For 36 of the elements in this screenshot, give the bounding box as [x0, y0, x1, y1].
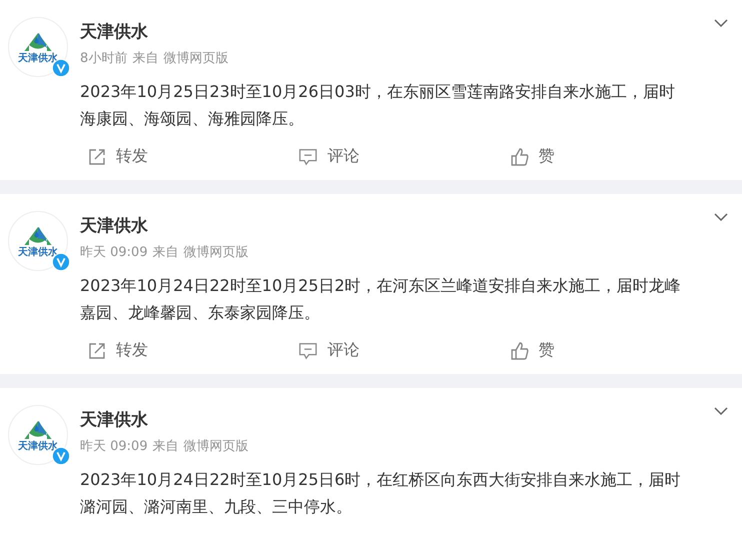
like-button[interactable]: 赞 — [510, 340, 555, 362]
comment-icon — [299, 342, 318, 360]
post-time[interactable]: 昨天 09:09 — [80, 438, 148, 456]
author-name[interactable]: 天津供水 — [80, 214, 714, 238]
chevron-down-icon[interactable] — [714, 213, 728, 221]
share-icon — [88, 342, 106, 360]
logo-text: 天津供水 — [18, 246, 58, 258]
chevron-down-icon[interactable] — [714, 19, 728, 27]
post-text: 2023年10月24日22时至10月25日6时，在红桥区向东西大街安排自来水施工，届时潞河园、潞河南里、九段、三中停水。 — [80, 469, 682, 518]
comment-button[interactable]: 评论 — [299, 340, 360, 362]
thumbs-up-icon — [510, 342, 529, 360]
post-time[interactable]: 8小时前 — [80, 50, 128, 68]
post-time[interactable]: 昨天 09:09 — [80, 244, 148, 262]
post-text: 2023年10月25日23时至10月26日03时，在东丽区雪莲南路安排自来水施工，届时海康园、海颂园、海雅园降压。 — [80, 81, 676, 130]
thumbs-up-icon — [510, 148, 529, 166]
source-link[interactable]: 微博网页版 — [184, 438, 249, 456]
like-button[interactable]: 赞 — [510, 146, 555, 168]
repost-button[interactable]: 转发 — [88, 340, 148, 362]
source-label: 来自 — [152, 244, 179, 262]
logo-text: 天津供水 — [18, 52, 58, 64]
author-name[interactable]: 天津供水 — [80, 408, 714, 432]
author-name[interactable]: 天津供水 — [80, 20, 714, 44]
share-icon — [88, 148, 106, 166]
post-text: 2023年10月24日22时至10月25日2时，在河东区兰峰道安排自来水施工，届时龙峰嘉园、龙峰馨园、东泰家园降压。 — [80, 275, 682, 324]
comment-icon — [299, 148, 318, 166]
avatar[interactable]: 天津供水 — [8, 211, 68, 271]
logo-text: 天津供水 — [18, 440, 58, 452]
source-link[interactable]: 微博网页版 — [184, 244, 249, 262]
comment-button[interactable]: 评论 — [299, 146, 360, 168]
source-label: 来自 — [132, 50, 158, 68]
avatar[interactable]: 天津供水 — [8, 17, 68, 77]
avatar[interactable]: 天津供水 — [8, 405, 68, 465]
source-label: 来自 — [152, 438, 179, 456]
source-link[interactable]: 微博网页版 — [163, 50, 228, 68]
repost-button[interactable]: 转发 — [88, 146, 148, 168]
chevron-down-icon[interactable] — [714, 407, 728, 415]
